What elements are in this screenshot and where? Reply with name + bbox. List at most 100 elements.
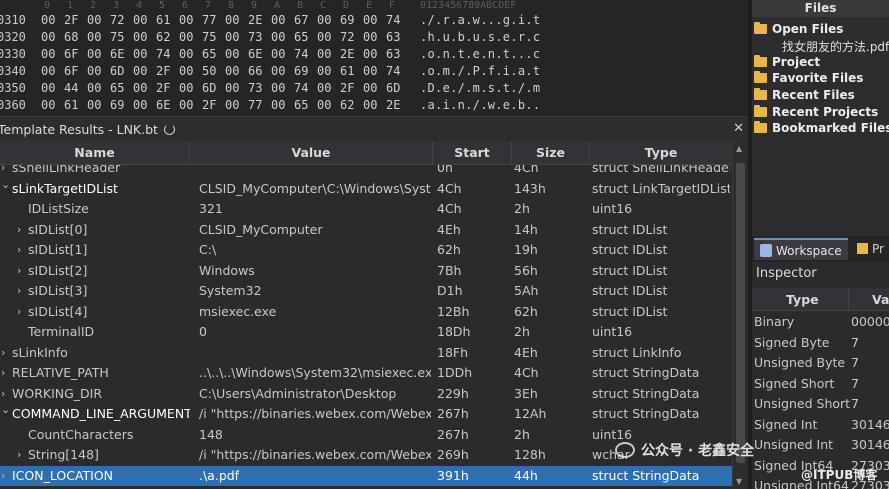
table-row[interactable]: › sIDList[3] System32 D1h 5Ah struct IDList <box>0 281 732 302</box>
chevron-right-icon[interactable]: › <box>17 445 21 466</box>
hex-byte[interactable]: 00 <box>225 12 239 29</box>
hex-byte[interactable]: 2E <box>340 46 354 63</box>
hex-byte[interactable]: 67 <box>294 12 308 29</box>
hex-byte[interactable]: 69 <box>110 97 124 114</box>
hex-byte[interactable]: 65 <box>294 97 308 114</box>
hex-byte[interactable]: 6E <box>156 97 170 114</box>
column-header-name[interactable]: Name <box>0 141 190 165</box>
hex-byte[interactable]: 00 <box>225 29 239 46</box>
hex-byte[interactable]: 61 <box>156 12 170 29</box>
inspector-row[interactable]: Signed Short 7 <box>752 374 889 395</box>
hex-byte[interactable]: 00 <box>179 12 193 29</box>
hex-byte[interactable]: 00 <box>179 46 193 63</box>
hex-byte[interactable]: 72 <box>340 29 354 46</box>
hex-byte[interactable]: 77 <box>248 97 262 114</box>
hex-byte[interactable]: 00 <box>317 80 331 97</box>
hex-byte[interactable]: 61 <box>64 97 78 114</box>
inspector-row[interactable]: Unsigned Int 301466 <box>752 435 889 456</box>
chevron-right-icon[interactable]: › <box>1 466 5 487</box>
close-icon[interactable]: ✕ <box>733 121 744 136</box>
hex-byte[interactable]: 74 <box>294 46 308 63</box>
column-header-start[interactable]: Start <box>433 141 512 165</box>
project-item[interactable]: Project <box>754 54 820 70</box>
hex-byte[interactable]: 00 <box>133 80 147 97</box>
chevron-right-icon[interactable]: › <box>17 281 21 302</box>
hex-ascii[interactable]: .o.n.t.e.n.t...c <box>420 46 540 63</box>
hex-byte[interactable]: 2F <box>156 63 170 80</box>
hex-byte[interactable]: 00 <box>133 63 147 80</box>
hex-byte[interactable]: 00 <box>133 12 147 29</box>
hex-byte[interactable]: 00 <box>225 46 239 63</box>
chevron-down-icon[interactable]: ⌄ <box>1 400 10 421</box>
hex-byte[interactable]: 00 <box>41 80 55 97</box>
hex-byte[interactable]: 00 <box>317 63 331 80</box>
hex-byte[interactable]: 62 <box>156 29 170 46</box>
hex-byte[interactable]: 69 <box>294 63 308 80</box>
hex-row[interactable]: 0320 00 68 00 75 00 62 00 75 00 73 00 65 00 72 00 63 .h.u… <box>0 29 748 46</box>
column-header-size[interactable]: Size <box>512 141 590 165</box>
hex-row[interactable]: 0330 00 6F 00 6E 00 74 00 65 00 6E 00 74 00 2E 00 63 .o.n… <box>0 46 748 63</box>
hex-byte[interactable]: 00 <box>271 80 285 97</box>
hex-byte[interactable]: 00 <box>363 97 377 114</box>
open-files-item[interactable]: Open Files <box>754 21 843 37</box>
table-row[interactable]: › RELATIVE_PATH ..\..\..\Windows\System32\… <box>0 363 732 384</box>
hex-byte[interactable]: 63 <box>386 46 400 63</box>
bookmarked-files-item[interactable]: Bookmarked Files <box>754 120 889 136</box>
hex-byte[interactable]: 6D <box>386 80 400 97</box>
hex-byte[interactable]: 00 <box>317 46 331 63</box>
hex-byte[interactable]: 00 <box>87 80 101 97</box>
hex-byte[interactable]: 00 <box>271 12 285 29</box>
scrollbar-thumb[interactable] <box>736 163 745 463</box>
hex-ascii[interactable]: .D.e./.m.s.t./.m <box>420 80 540 97</box>
hex-byte[interactable]: 00 <box>41 63 55 80</box>
hex-byte[interactable]: 75 <box>202 29 216 46</box>
hex-byte[interactable]: 00 <box>317 12 331 29</box>
hex-byte[interactable]: 00 <box>133 29 147 46</box>
hex-byte[interactable]: 00 <box>317 29 331 46</box>
table-row[interactable]: IDListSize 321 4Ch 2h uint16 <box>0 199 732 220</box>
chevron-right-icon[interactable]: › <box>17 261 21 282</box>
hex-byte[interactable]: 2E <box>386 97 400 114</box>
inspector-row[interactable]: Signed Int64 27303 <box>752 456 889 477</box>
hex-byte[interactable]: 00 <box>87 12 101 29</box>
hex-byte[interactable]: 00 <box>41 97 55 114</box>
hex-row[interactable]: 0310 00 2F 00 72 00 61 00 77 00 2E 00 67 00 69 00 74 ./.r… <box>0 12 748 29</box>
hex-byte[interactable]: 00 <box>363 29 377 46</box>
inspector-row[interactable]: Unsigned Byte 7 <box>752 353 889 374</box>
table-row[interactable]: › sIDList[2] Windows 7Bh 56h struct IDList <box>0 261 732 282</box>
hex-ascii[interactable]: ./.r.a.w...g.i.t <box>420 12 540 29</box>
hex-byte[interactable]: 65 <box>202 46 216 63</box>
hex-byte[interactable]: 44 <box>64 80 78 97</box>
chevron-right-icon[interactable]: › <box>17 240 21 261</box>
table-row[interactable]: › ICON_LOCATION .\a.pdf 391h 44h struct Strin… <box>0 465 732 487</box>
hex-ascii[interactable]: .h.u.b.u.s.e.r.c <box>420 29 540 46</box>
hex-byte[interactable]: 74 <box>294 80 308 97</box>
inspector-row[interactable]: Binary 000001 <box>752 312 889 333</box>
hex-byte[interactable]: 6F <box>64 63 78 80</box>
hex-byte[interactable]: 00 <box>179 97 193 114</box>
hex-byte[interactable]: 75 <box>110 29 124 46</box>
hex-byte[interactable]: 00 <box>271 46 285 63</box>
hex-byte[interactable]: 00 <box>363 80 377 97</box>
hex-byte[interactable]: 00 <box>225 63 239 80</box>
hex-byte[interactable]: 66 <box>248 63 262 80</box>
chevron-right-icon[interactable]: › <box>17 302 21 323</box>
hex-byte[interactable]: 00 <box>363 63 377 80</box>
hex-byte[interactable]: 00 <box>87 46 101 63</box>
inspector-row[interactable]: Unsigned Short 7 <box>752 394 889 415</box>
table-row[interactable]: ⌄ sLinkTargetIDList CLSID_MyComputer\C:\Wi… <box>0 178 732 200</box>
hex-byte[interactable]: 6E <box>110 46 124 63</box>
hex-byte[interactable]: 00 <box>87 97 101 114</box>
chevron-right-icon[interactable]: › <box>1 343 5 364</box>
table-row[interactable]: › sIDList[4] msiexec.exe 12Bh 62h struct IDLi… <box>0 302 732 323</box>
hex-editor[interactable]: 0 1 2 3 4 5 6 7 8 9 A B C D E F 0123456789ABCDEF 0310 00 2… <box>0 0 748 116</box>
hex-byte[interactable]: 69 <box>340 12 354 29</box>
hex-ascii[interactable]: .o.m./.P.f.i.a.t <box>420 63 540 80</box>
hex-byte[interactable]: 2F <box>64 12 78 29</box>
hex-ascii[interactable]: .a.i.n./.w.e.b.. <box>420 97 540 114</box>
hex-byte[interactable]: 72 <box>110 12 124 29</box>
hex-byte[interactable]: 00 <box>363 46 377 63</box>
recent-files-item[interactable]: Recent Files <box>754 87 855 103</box>
hex-byte[interactable]: 00 <box>179 29 193 46</box>
hex-byte[interactable]: 00 <box>363 12 377 29</box>
